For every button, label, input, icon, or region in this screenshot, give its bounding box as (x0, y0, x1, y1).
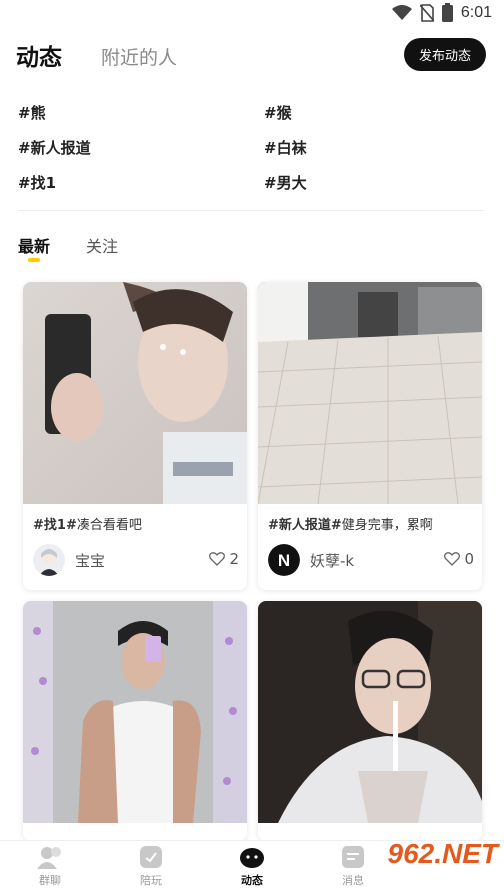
divider (18, 210, 484, 211)
post-photo[interactable] (23, 601, 247, 823)
nav-messages[interactable]: 消息 (323, 845, 383, 888)
like-count: 0 (464, 550, 474, 568)
post-tag[interactable]: #新人报道# (268, 518, 342, 533)
post-username[interactable]: 宝宝 (75, 550, 105, 571)
tab-latest[interactable]: 最新 (18, 233, 50, 257)
status-time: 6:01 (460, 3, 492, 21)
post-tag[interactable]: #找1# (33, 518, 77, 533)
header: 动态 附近的人 发布动态 (0, 36, 504, 76)
hashtag-item[interactable]: #白袜 (264, 137, 307, 158)
hashtag-item[interactable]: #找1 (18, 172, 56, 193)
tab-nearby-people[interactable]: 附近的人 (101, 43, 177, 70)
avatar[interactable] (33, 544, 65, 576)
publish-post-button[interactable]: 发布动态 (404, 38, 486, 71)
post-photo[interactable] (23, 282, 247, 504)
nav-play[interactable]: 陪玩 (121, 845, 181, 888)
battery-icon (441, 3, 453, 22)
tab-moments[interactable]: 动态 (16, 38, 62, 72)
post-username[interactable]: 妖孽-k (310, 550, 354, 571)
post-caption: #新人报道#健身完事，累啊 (268, 514, 433, 533)
nav-label: 群聊 (39, 874, 61, 887)
post-photo[interactable] (258, 282, 482, 504)
hashtag-item[interactable]: #猴 (264, 102, 292, 123)
play-icon (140, 846, 162, 868)
hashtag-item[interactable]: #男大 (264, 172, 307, 193)
avatar-image (33, 544, 65, 576)
post-text: 凑合看看吧 (76, 518, 142, 533)
tab-following[interactable]: 关注 (86, 233, 118, 257)
post-photo[interactable] (258, 601, 482, 823)
avatar[interactable]: N (268, 544, 300, 576)
svg-text:N: N (278, 551, 290, 570)
post-card[interactable]: #找1#凑合看看吧 宝宝 2 (23, 282, 247, 590)
heart-icon (444, 552, 461, 566)
nav-label: 陪玩 (140, 874, 162, 887)
post-card[interactable] (23, 601, 247, 841)
group-chat-icon (37, 847, 61, 869)
like-button[interactable]: 0 (444, 550, 474, 568)
feed-tabs: 最新 关注 (0, 233, 504, 263)
status-bar: 6:01 (0, 0, 504, 28)
hashtag-item[interactable]: #新人报道 (18, 137, 91, 158)
post-card[interactable]: #新人报道#健身完事，累啊 N 妖孽-k 0 (258, 282, 482, 590)
post-caption: #找1#凑合看看吧 (33, 514, 142, 533)
moments-icon (240, 848, 264, 868)
active-tab-indicator (28, 258, 40, 262)
wifi-icon (391, 4, 412, 20)
like-count: 2 (229, 550, 239, 568)
like-button[interactable]: 2 (209, 550, 239, 568)
hashtag-item[interactable]: #熊 (18, 102, 46, 123)
nav-moments[interactable]: 动态 (222, 845, 282, 888)
nav-label: 消息 (342, 874, 364, 887)
post-card[interactable] (258, 601, 482, 841)
nav-group-chat[interactable]: 群聊 (20, 845, 80, 888)
status-icons: 6:01 (391, 3, 492, 22)
post-text: 健身完事，累啊 (341, 518, 433, 533)
nav-label: 动态 (241, 874, 263, 887)
watermark-text: 962.NET (387, 838, 499, 869)
avatar-image: N (268, 544, 300, 576)
message-icon (342, 846, 364, 868)
no-sim-icon (419, 3, 434, 22)
watermark-logo: 962.NET (388, 838, 499, 870)
heart-icon (209, 552, 226, 566)
